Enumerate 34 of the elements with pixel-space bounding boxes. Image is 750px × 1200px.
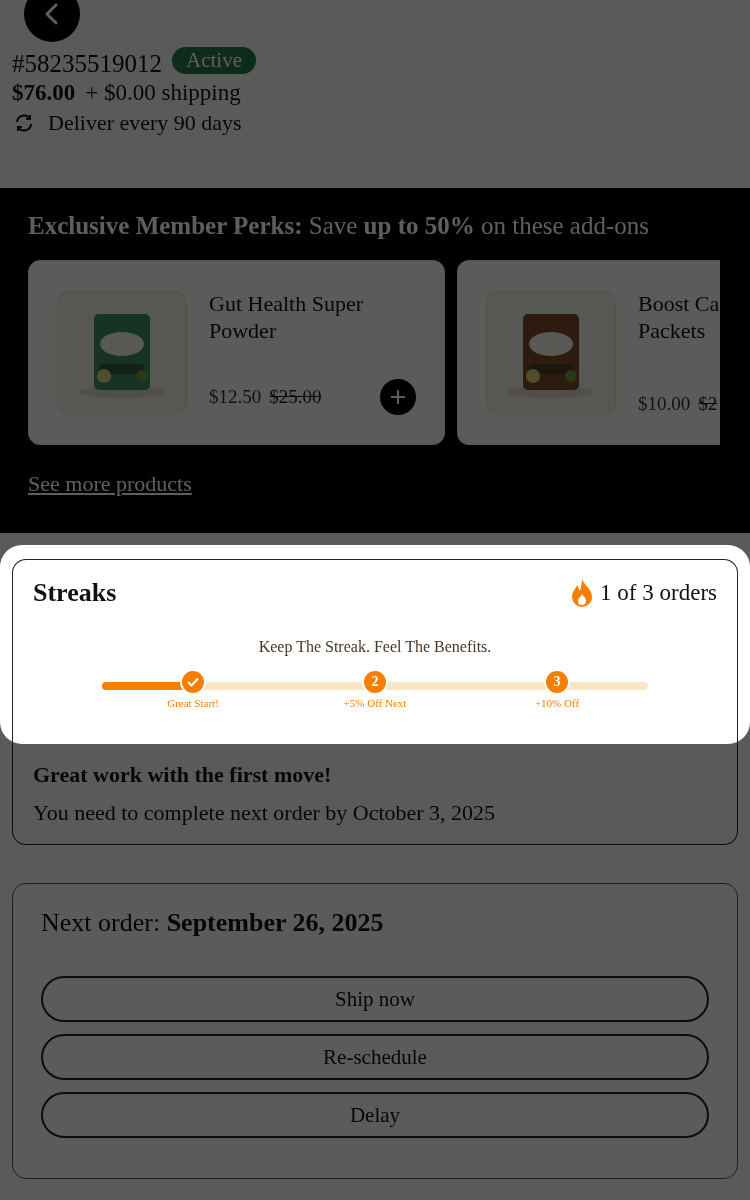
- flame-icon: [570, 578, 595, 608]
- back-button[interactable]: [24, 0, 80, 42]
- product-name: Boost Ca Packets: [638, 290, 720, 344]
- delivery-frequency: Deliver every 90 days: [48, 110, 242, 136]
- next-order-date: Next order: September 26, 2025: [41, 908, 385, 938]
- step-number: 3: [544, 669, 570, 695]
- step-number: 2: [362, 669, 388, 695]
- shipping-cost: + $0.00 shipping: [85, 80, 241, 106]
- step-label: +10% Off: [534, 697, 580, 709]
- step-label: +5% Off Next: [343, 697, 407, 709]
- add-button[interactable]: [380, 379, 416, 415]
- action-button[interactable]: Ship now: [41, 976, 709, 1022]
- refresh-icon: [14, 113, 34, 133]
- perks-title: Exclusive Member Perks: Save up to 50% on these add-ons: [28, 212, 650, 240]
- order-number: #58235519012: [12, 50, 162, 78]
- original-price: $25.00: [269, 386, 322, 408]
- order-price: $76.00: [12, 80, 76, 106]
- message-title: Great work with the first move!: [33, 762, 333, 788]
- streaks-title: Streaks: [33, 578, 117, 608]
- streak-tagline: Keep The Streak. Feel The Benefits.: [257, 638, 493, 656]
- action-button[interactable]: Re-schedule: [41, 1034, 709, 1080]
- plus-icon: [389, 388, 407, 406]
- product-name: Gut Health Super Powder: [209, 290, 364, 344]
- product-card[interactable]: Gut Health Super Powder $12.50 $25.00: [28, 260, 445, 445]
- streak-count: 1 of 3 orders: [600, 580, 717, 606]
- status-badge: Active: [172, 46, 256, 74]
- see-more-link[interactable]: See more products: [28, 471, 192, 497]
- message-text: You need to complete next order by October 3, 2025: [33, 800, 497, 826]
- product-card[interactable]: Boost Ca Packets $10.00 $2: [457, 260, 720, 445]
- original-price: $2: [698, 393, 718, 415]
- product-price: $12.50: [209, 386, 262, 408]
- step-label: Great Start!: [167, 697, 219, 709]
- action-button[interactable]: Delay: [41, 1092, 709, 1138]
- product-price: $10.00: [638, 393, 691, 415]
